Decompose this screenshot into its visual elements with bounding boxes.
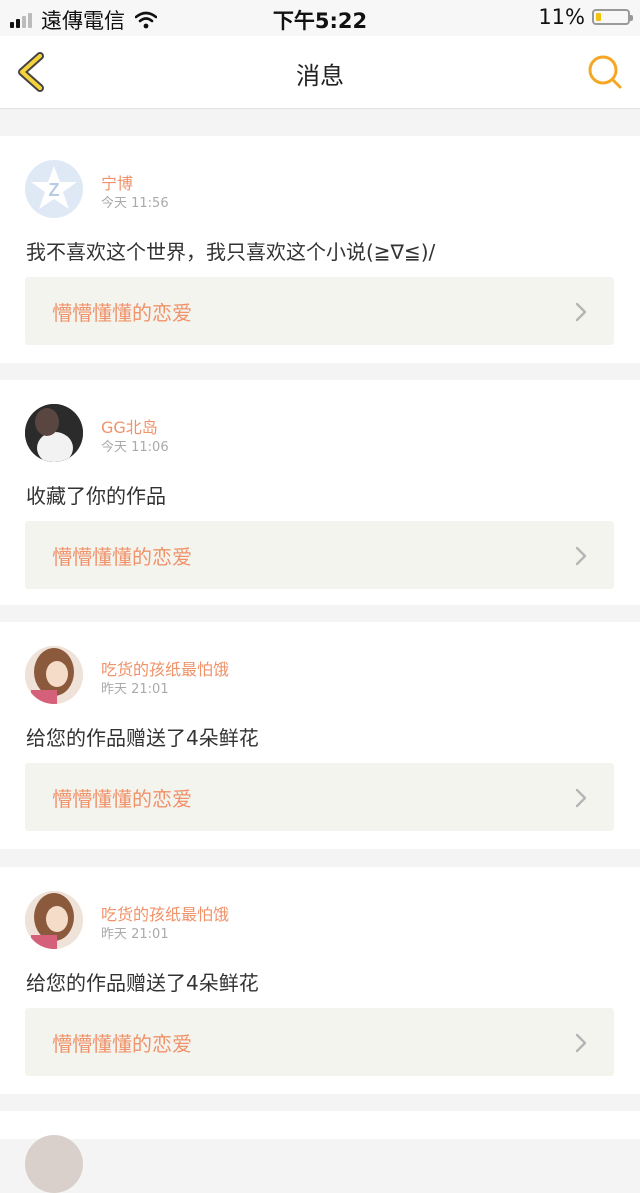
message-card[interactable]	[0, 1111, 640, 1193]
search-icon[interactable]	[586, 53, 624, 91]
message-time: 昨天 21:01	[101, 682, 169, 697]
status-right: 11%	[538, 5, 633, 29]
message-card[interactable]: Z 宁博 今天 11:56 我不喜欢这个世界，我只喜欢这个小说(≧∇≦)/ 懵懵…	[0, 136, 640, 363]
message-card[interactable]: 吃货的孩纸最怕饿 昨天 21:01 给您的作品赠送了4朵鲜花 懵懵懂懂的恋爱	[0, 867, 640, 1094]
chevron-right-icon	[575, 546, 587, 566]
work-title: 懵懵懂懂的恋爱	[52, 787, 192, 811]
work-title: 懵懵懂懂的恋爱	[52, 301, 192, 325]
sender-name[interactable]: GG北岛	[101, 414, 158, 438]
work-link[interactable]: 懵懵懂懂的恋爱	[25, 1008, 614, 1076]
chevron-right-icon	[575, 302, 587, 322]
status-bar: 遠傳電信 下午5:22 11%	[0, 0, 640, 36]
user-photo-icon	[25, 646, 83, 704]
message-card[interactable]: GG北岛 今天 11:06 收藏了你的作品 懵懵懂懂的恋爱	[0, 380, 640, 605]
avatar[interactable]	[25, 891, 83, 949]
message-card[interactable]: 吃货的孩纸最怕饿 昨天 21:01 给您的作品赠送了4朵鲜花 懵懵懂懂的恋爱	[0, 622, 640, 849]
chevron-right-icon	[575, 788, 587, 808]
message-time: 今天 11:06	[101, 440, 169, 455]
page-title: 消息	[296, 62, 344, 90]
sender-name[interactable]: 宁博	[101, 170, 133, 194]
avatar[interactable]: Z	[25, 160, 83, 218]
work-link[interactable]: 懵懵懂懂的恋爱	[25, 277, 614, 345]
sender-name[interactable]: 吃货的孩纸最怕饿	[101, 656, 229, 680]
svg-text:Z: Z	[49, 180, 60, 200]
message-text: 给您的作品赠送了4朵鲜花	[26, 971, 259, 995]
message-text: 收藏了你的作品	[26, 484, 166, 508]
work-link[interactable]: 懵懵懂懂的恋爱	[25, 763, 614, 831]
avatar[interactable]	[25, 646, 83, 704]
nav-bar: 消息	[0, 36, 640, 109]
message-text: 我不喜欢这个世界，我只喜欢这个小说(≧∇≦)/	[26, 240, 436, 264]
avatar[interactable]	[25, 404, 83, 462]
work-title: 懵懵懂懂的恋爱	[52, 1032, 192, 1056]
qq-star-icon: Z	[31, 166, 77, 209]
user-photo-icon	[25, 404, 83, 462]
work-title: 懵懵懂懂的恋爱	[52, 545, 192, 569]
chevron-right-icon	[575, 1033, 587, 1053]
battery-icon	[592, 9, 633, 25]
message-time: 今天 11:56	[101, 196, 169, 211]
sender-name[interactable]: 吃货的孩纸最怕饿	[101, 901, 229, 925]
avatar[interactable]	[25, 1135, 83, 1193]
work-link[interactable]: 懵懵懂懂的恋爱	[25, 521, 614, 589]
message-text: 给您的作品赠送了4朵鲜花	[26, 726, 259, 750]
user-photo-icon	[25, 891, 83, 949]
message-time: 昨天 21:01	[101, 927, 169, 942]
battery-percent: 11%	[538, 5, 585, 29]
